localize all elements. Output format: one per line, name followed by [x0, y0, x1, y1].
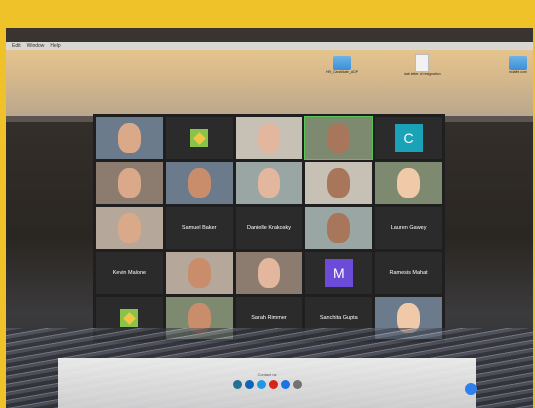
social-links [58, 380, 476, 389]
twitter-icon[interactable] [256, 380, 266, 389]
participant-face [257, 123, 281, 153]
document-icon [415, 54, 430, 72]
participant-tile[interactable] [235, 162, 303, 204]
participant-face [397, 168, 420, 198]
participant-face [327, 168, 351, 198]
wordpress-icon[interactable] [232, 380, 242, 389]
participant-name: Ramesis Mahat [389, 270, 428, 276]
menu-help[interactable]: Help [50, 43, 60, 49]
participant-name: Kevin Malone [112, 270, 147, 276]
desktop-icon-label: HR_Candidate_ADP [326, 70, 359, 74]
participant-logo-icon [120, 309, 139, 327]
desktop-icon-label: dab letter of resignation [404, 72, 441, 76]
participant-initial-avatar: M [324, 259, 353, 287]
participant-tile[interactable] [96, 117, 163, 159]
menu-window[interactable]: Window [27, 43, 45, 49]
participant-initial-avatar: C [394, 124, 423, 152]
participant-face [118, 168, 141, 198]
participant-tile[interactable]: C [375, 117, 442, 159]
participant-tile[interactable]: Ramesis Mahat [375, 252, 442, 294]
folder-icon [509, 56, 527, 70]
participant-gallery: C Samuel Baker Danielle Krakosky Lauren Gaw… [93, 114, 445, 342]
participant-face [187, 258, 211, 288]
page-footer: Contact us [58, 358, 476, 408]
participant-tile[interactable] [305, 162, 373, 204]
contact-us-link[interactable]: Contact us [58, 372, 476, 377]
participant-name: Sanchita Gupta [319, 315, 358, 321]
youtube-icon[interactable] [268, 380, 278, 389]
participant-tile[interactable] [375, 162, 442, 204]
participant-name: Samuel Baker [181, 225, 217, 231]
participant-video [96, 207, 163, 249]
linkedin-icon[interactable] [244, 380, 254, 389]
participant-video [235, 117, 303, 159]
participant-face [327, 123, 351, 153]
participant-video [375, 162, 442, 204]
participant-face [118, 213, 141, 243]
participant-logo-icon [190, 129, 209, 147]
participant-tile[interactable]: M [305, 252, 373, 294]
participant-video [235, 252, 303, 294]
participant-video [96, 162, 163, 204]
participant-tile[interactable] [96, 162, 163, 204]
participant-tile[interactable] [165, 162, 233, 204]
participant-tile[interactable] [304, 116, 374, 160]
desktop-folder-hr[interactable]: HR_Candidate_ADP [326, 56, 358, 74]
participant-tile[interactable]: Kevin Malone [96, 252, 163, 294]
participant-name: Sarah Rimmer [251, 315, 287, 321]
instagram-icon[interactable] [292, 380, 302, 389]
participant-tile[interactable] [165, 117, 233, 159]
folder-icon [333, 56, 352, 70]
desktop-folder-eclaffe[interactable]: eclaffe.com [509, 56, 527, 74]
participant-name: Danielle Krakosky [246, 225, 291, 231]
menu-bar: Edit Window Help [6, 42, 533, 50]
monitor-screen: Edit Window Help HR_Candidate_ADP dab le… [6, 28, 533, 408]
facebook-icon[interactable] [280, 380, 290, 389]
participant-face [187, 168, 211, 198]
chat-icon[interactable] [465, 383, 477, 395]
participant-face [257, 258, 281, 288]
participant-tile[interactable]: Danielle Krakosky [235, 207, 303, 249]
participant-tile[interactable] [305, 207, 373, 249]
participant-video [235, 162, 303, 204]
participant-video [305, 162, 373, 204]
participant-face [327, 213, 351, 243]
participant-video [165, 252, 233, 294]
participant-video [305, 207, 373, 249]
desktop: HR_Candidate_ADP dab letter of resignati… [6, 50, 533, 118]
participant-tile[interactable]: Samuel Baker [165, 207, 233, 249]
participant-tile[interactable] [96, 207, 163, 249]
participant-tile[interactable] [235, 252, 303, 294]
participant-name: Lauren Gawey [390, 225, 427, 231]
participant-face [118, 123, 141, 153]
participant-tile[interactable] [235, 117, 303, 159]
participant-tile[interactable]: Lauren Gawey [375, 207, 442, 249]
desktop-icon-label: eclaffe.com [509, 70, 527, 74]
participant-video [165, 162, 233, 204]
participant-tile[interactable] [165, 252, 233, 294]
participant-video [305, 117, 373, 159]
menu-edit[interactable]: Edit [12, 43, 21, 49]
participant-face [257, 168, 281, 198]
participant-video [96, 117, 163, 159]
desktop-doc-resignation[interactable]: dab letter of resignation [404, 54, 441, 76]
